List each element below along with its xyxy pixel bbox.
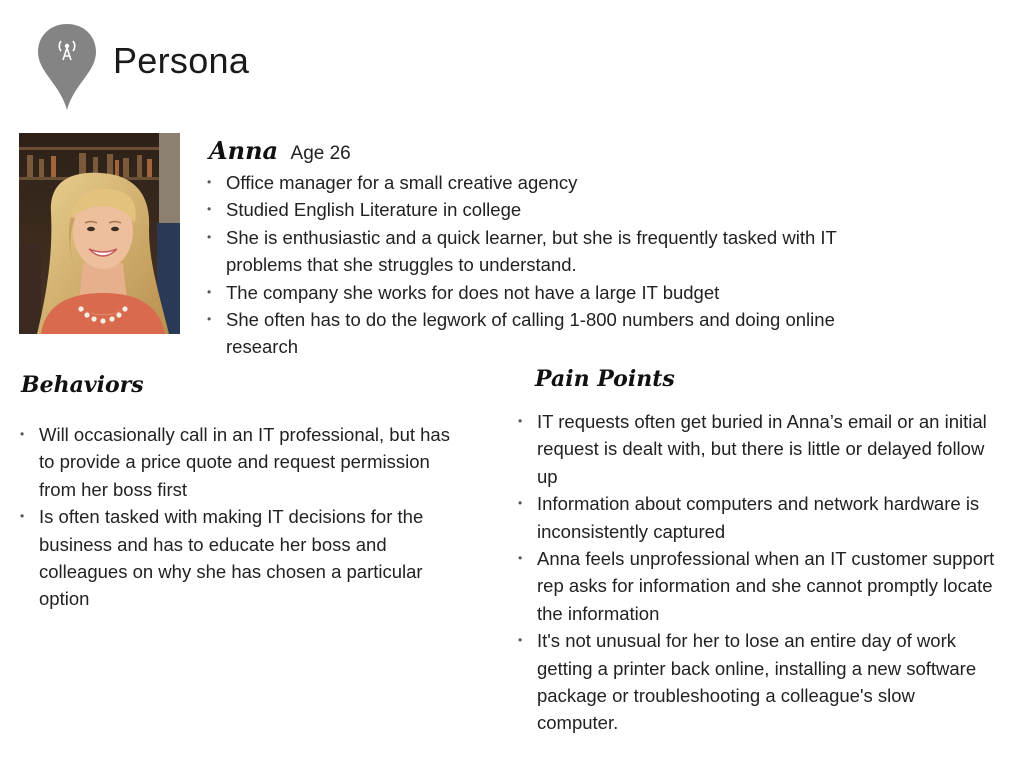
persona-name: Anna xyxy=(209,136,279,165)
list-item: Information about computers and network … xyxy=(518,490,998,545)
list-item: The company she works for does not have … xyxy=(207,279,907,307)
portrait-photo xyxy=(19,133,180,334)
list-item: She is enthusiastic and a quick learner,… xyxy=(207,224,907,279)
map-pin-icon xyxy=(36,22,98,114)
persona-bio-list: Office manager for a small creative agen… xyxy=(207,169,907,361)
list-item: She often has to do the legwork of calli… xyxy=(207,306,907,361)
persona-name-line: Anna Age 26 xyxy=(209,136,351,165)
list-item: Studied English Literature in college xyxy=(207,196,907,224)
list-item: It's not unusual for her to lose an enti… xyxy=(518,627,998,737)
pain-points-list: IT requests often get buried in Anna’s e… xyxy=(518,408,998,737)
list-item: Anna feels unprofessional when an IT cus… xyxy=(518,545,998,627)
list-item: Is often tasked with making IT decisions… xyxy=(20,503,450,613)
list-item: Office manager for a small creative agen… xyxy=(207,169,907,197)
pain-points-heading: Pain Points xyxy=(535,366,675,392)
list-item: Will occasionally call in an IT professi… xyxy=(20,421,450,503)
behaviors-heading: Behaviors xyxy=(21,372,144,398)
persona-age: Age 26 xyxy=(290,143,351,164)
page-title: Persona xyxy=(113,40,250,81)
list-item: IT requests often get buried in Anna’s e… xyxy=(518,408,998,490)
behaviors-list: Will occasionally call in an IT professi… xyxy=(20,421,450,613)
